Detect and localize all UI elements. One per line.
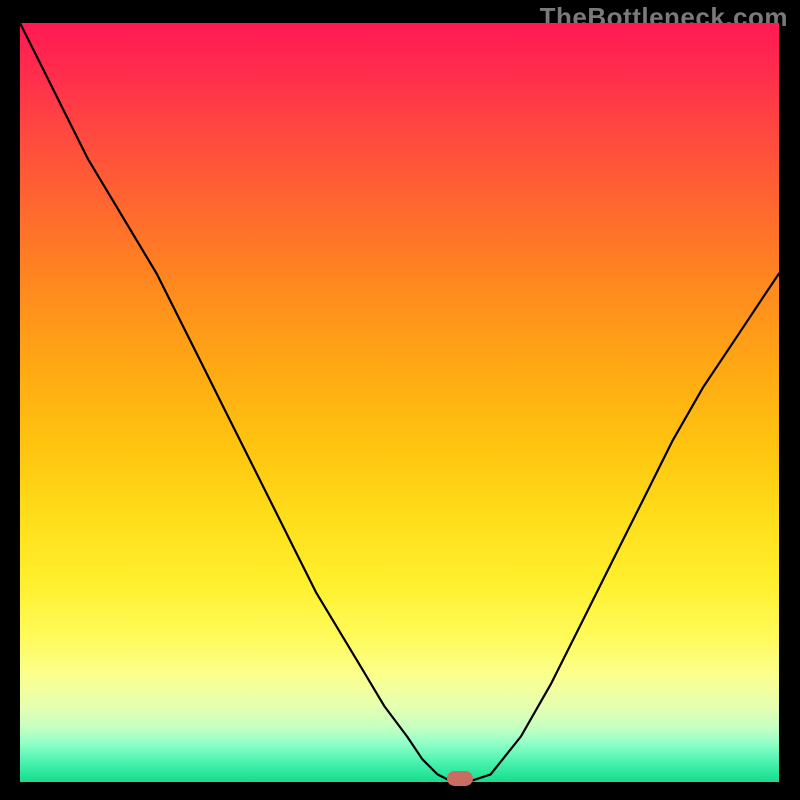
plot-area [20,23,779,782]
curve-path [20,23,779,782]
min-marker [447,771,473,786]
chart-frame: TheBottleneck.com [0,0,800,800]
bottleneck-curve [20,23,779,782]
